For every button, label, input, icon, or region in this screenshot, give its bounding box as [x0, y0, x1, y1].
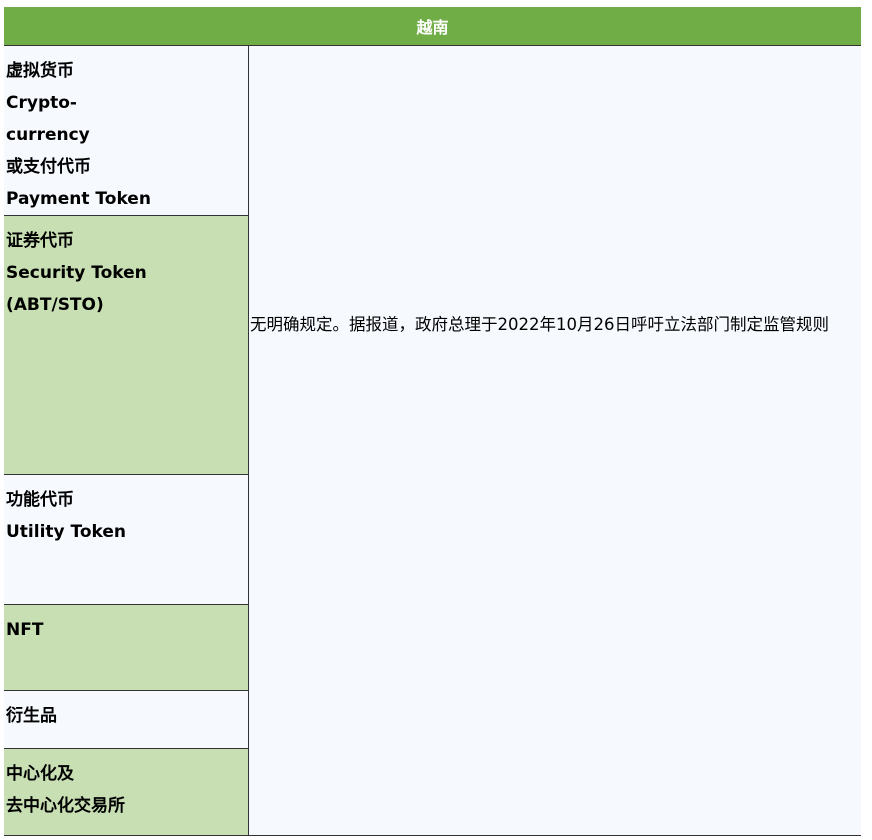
header-title: 越南 [416, 18, 449, 37]
category-cell-crypto: 虚拟货币 Crypto- currency 或支付代币 Payment Toke… [4, 46, 248, 216]
category-label: 功能代币 [6, 490, 74, 510]
table-header: 越南 [4, 7, 861, 46]
category-label: Crypto- [6, 93, 77, 113]
description-cell: 无明确规定。据报道，政府总理于2022年10月26日呼吁立法部门制定监管规则 [249, 46, 861, 835]
category-label: (ABT/STO) [6, 295, 104, 315]
category-label: 衍生品 [6, 706, 57, 726]
category-label: NFT [6, 620, 44, 640]
category-column: 虚拟货币 Crypto- currency 或支付代币 Payment Toke… [4, 46, 249, 835]
category-label: 虚拟货币 [6, 61, 74, 81]
category-cell-utility-token: 功能代币 Utility Token [4, 475, 248, 605]
category-label: Payment Token [6, 189, 151, 209]
regulation-table: 越南 虚拟货币 Crypto- currency 或支付代币 Payment T… [4, 7, 861, 836]
category-label: 去中心化交易所 [6, 796, 125, 816]
category-label: Utility Token [6, 522, 127, 542]
category-label: 证券代币 [6, 231, 74, 251]
category-cell-derivatives: 衍生品 [4, 691, 248, 749]
category-cell-security-token: 证券代币 Security Token (ABT/STO) [4, 216, 248, 475]
category-cell-nft: NFT [4, 605, 248, 691]
category-label: 中心化及 [6, 764, 74, 784]
category-label: currency [6, 125, 90, 145]
category-label: Security Token [6, 263, 147, 283]
description-text: 无明确规定。据报道，政府总理于2022年10月26日呼吁立法部门制定监管规则 [250, 315, 829, 334]
category-cell-exchanges: 中心化及 去中心化交易所 [4, 749, 248, 835]
category-label: 或支付代币 [6, 157, 91, 177]
